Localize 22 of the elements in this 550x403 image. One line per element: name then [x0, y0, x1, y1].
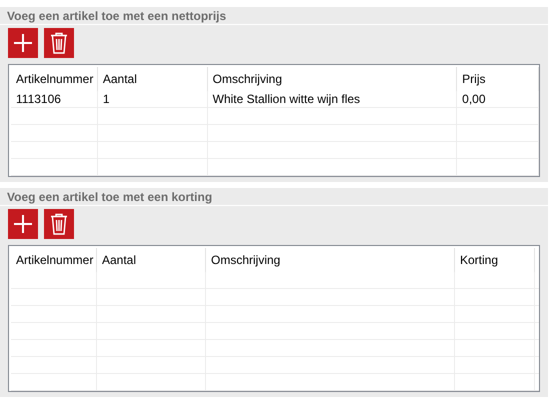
plus-icon [13, 214, 33, 234]
table-cell: White Stallion witte wijn fles [208, 91, 458, 107]
table-cell: 1 [98, 91, 208, 107]
delete-button[interactable] [44, 209, 74, 239]
table-cell: 0,00 [457, 91, 539, 107]
add-button[interactable] [8, 28, 38, 58]
column-header[interactable]: Korting [455, 248, 535, 272]
delete-button[interactable] [44, 28, 74, 58]
trash-icon [50, 213, 68, 235]
column-header[interactable]: Prijs [457, 67, 539, 91]
column-header[interactable]: Aantal [97, 248, 206, 272]
trash-icon [50, 32, 68, 54]
column-header[interactable]: Aantal [98, 67, 208, 91]
column-header[interactable]: Omschrijving [208, 67, 458, 91]
section-title: Voeg een artikel toe met een korting [7, 190, 212, 202]
add-button[interactable] [8, 209, 38, 239]
table-cell: 1113106 [11, 91, 98, 107]
column-header[interactable]: Artikelnummer [11, 248, 97, 272]
column-header[interactable]: Omschrijving [206, 248, 455, 272]
section-title: Voeg een artikel toe met een nettoprijs [7, 10, 226, 22]
column-header[interactable]: Artikelnummer [11, 67, 98, 91]
plus-icon [13, 33, 33, 53]
